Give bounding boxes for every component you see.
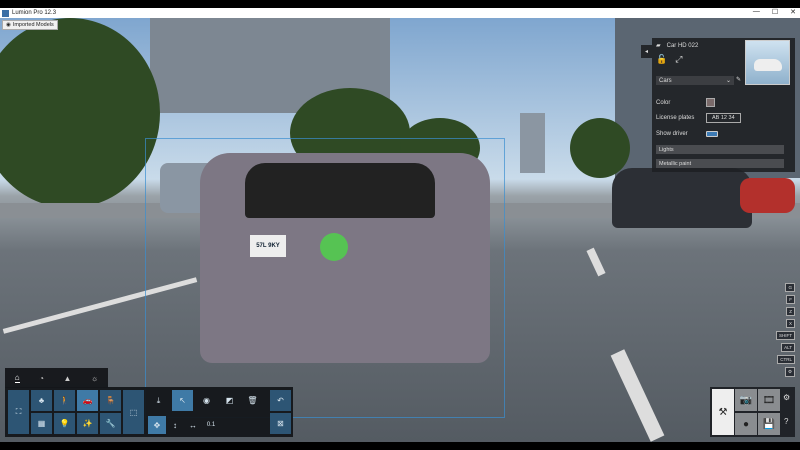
building [520,113,545,173]
unlock-icon[interactable]: 🔓 [656,54,667,65]
car-icon: ▰ [656,43,661,49]
show-driver-label: Show driver [656,131,688,137]
window-title: Lumion Pro 12.3 [12,10,57,16]
metallic-paint-section[interactable]: Metallic paint [656,159,784,168]
category-dropdown[interactable]: Cars ⌄ [656,76,734,85]
key-g: G [785,283,795,292]
imported-models-label: Imported Models [12,22,54,28]
red-car [740,178,795,213]
materials-tab[interactable]: ◔ [39,374,44,383]
title-bar: Lumion Pro 12.3 — ☐ ✕ [0,8,800,18]
shortcut-keys: G F Z X SHIFT ALT CTRL ⚙ [776,283,795,377]
resize-icon[interactable]: ⤢ [675,54,682,65]
photo-mode-button[interactable]: 📷 [735,389,757,411]
transport-button[interactable]: 🚗 [77,390,98,411]
settings-icon[interactable]: ⚙ [783,393,790,402]
license-label: License plates [656,115,695,121]
indoor-button[interactable]: 🪑 [100,390,121,411]
chevron-down-icon: ⌄ [725,78,731,84]
object-name: Car HD 022 [666,42,699,49]
color-swatch[interactable] [706,98,715,107]
minimize-button[interactable]: — [753,8,760,16]
utilities-button[interactable]: 🔧 [100,413,121,434]
key-settings-icon[interactable]: ⚙ [784,367,795,377]
tree [570,118,630,178]
category-value: Cars [659,77,672,84]
save-button[interactable]: 💾 [758,413,780,435]
properties-panel: ▰ Car HD 022 🔓 ⤢ Cars ⌄ ✎ Color License pla… [652,38,795,172]
key-f: F [786,295,795,304]
close-button[interactable]: ✕ [790,8,796,16]
key-shift: SHIFT [776,331,795,340]
help-icon[interactable]: ? [784,417,788,426]
select-move-button[interactable]: ↖ [172,390,193,411]
undo-button[interactable]: ↶ [270,390,291,411]
key-x: X [785,319,795,328]
color-label: Color [656,99,671,106]
imported-library-button[interactable]: ⛶ [8,390,29,434]
license-input[interactable]: AB 12 34 [706,113,741,123]
mode-switcher: ⚒ 📷 🎞 ● 💾 ⚙ ? [710,387,795,437]
object-thumbnail [745,40,790,85]
app-logo-icon [2,9,9,17]
object-toolbar: ⛶ ♣ 🚶 🚗 🪑 ▦ 💡 ✨ 🔧 ⬚ ⤓ ↖ ◉ ◩ 🗑 ✥ ↕ ↔ 0.1 … [5,387,293,437]
suv [612,168,752,228]
eyedropper-icon[interactable]: ✎ [736,76,741,83]
deselect-button[interactable]: ⊠ [270,413,291,434]
effects-button[interactable]: ✨ [77,413,98,434]
rotate-button[interactable]: ◉ [196,390,217,411]
build-mode-button[interactable]: ⚒ [712,389,734,435]
key-z: Z [786,307,795,316]
360-panorama-button[interactable]: ● [735,413,757,435]
eye-icon: ◉ [6,22,11,28]
collapse-panel-button[interactable]: ◂ [641,45,652,58]
tree [0,18,160,208]
scale-button[interactable]: ◩ [219,390,240,411]
place-mode-icon[interactable]: ⬚ [123,390,144,434]
landscape-tab[interactable]: ▲ [63,374,71,383]
lane-marking [586,247,606,277]
move-horizontal-button[interactable]: ✥ [148,416,166,434]
key-ctrl: CTRL [777,355,795,364]
move-sideways-button[interactable]: ↔ [184,416,202,434]
lights-section[interactable]: Lights [656,145,784,154]
maximize-button[interactable]: ☐ [772,8,778,16]
selection-bounding-box [145,138,505,418]
place-button[interactable]: ⤓ [148,390,169,411]
move-vertical-button[interactable]: ↕ [166,416,184,434]
people-button[interactable]: 🚶 [54,390,75,411]
key-alt: ALT [781,343,795,352]
outdoor-button[interactable]: ▦ [31,413,52,434]
lane-marking [610,349,665,442]
build-tabs: ⌂ ◔ ▲ ☼ [5,368,108,388]
delete-button[interactable]: 🗑 [242,390,263,411]
lights-button[interactable]: 💡 [54,413,75,434]
home-tab[interactable]: ⌂ [14,373,20,383]
show-driver-toggle[interactable] [706,131,718,137]
snap-button[interactable]: 0.1 [202,416,220,434]
movie-mode-button[interactable]: 🎞 [758,389,780,411]
nature-button[interactable]: ♣ [31,390,52,411]
weather-tab[interactable]: ☼ [91,374,98,383]
imported-models-button[interactable]: ◉ Imported Models [2,20,58,30]
